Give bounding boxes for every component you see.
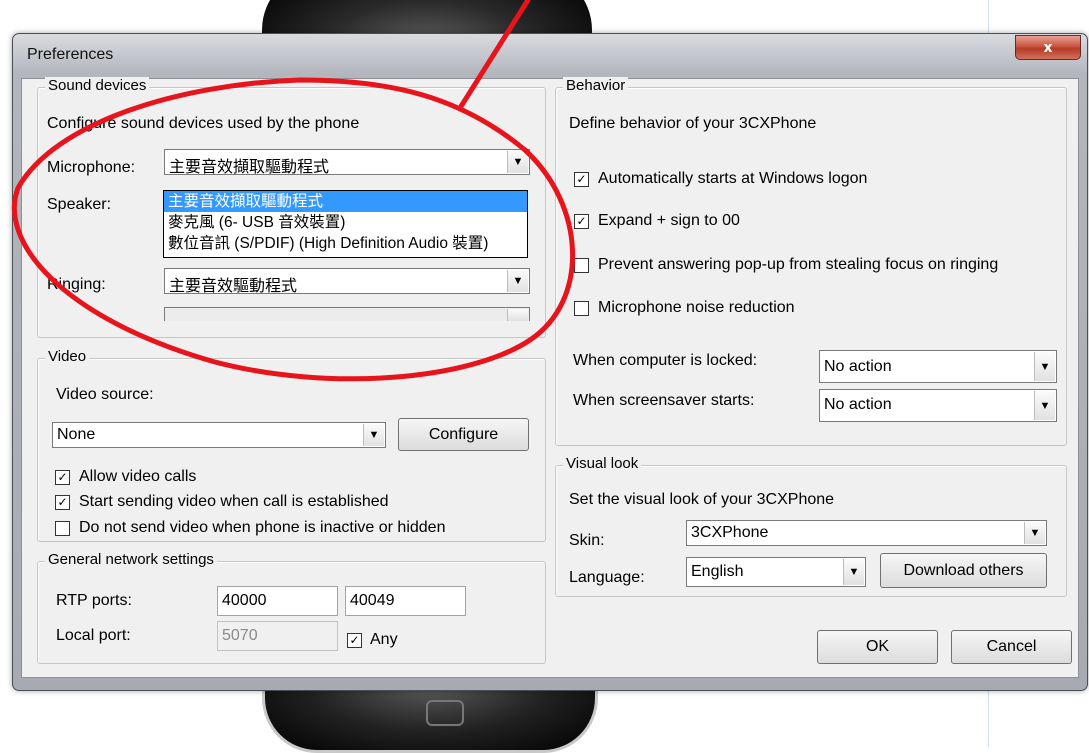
rtp-ports-label: RTP ports: <box>56 592 132 609</box>
skin-value: 3CXPhone <box>691 524 769 541</box>
prevent-popup-label: Prevent answering pop-up from stealing f… <box>598 256 999 273</box>
language-value: English <box>691 563 744 580</box>
ringing-select[interactable]: 主要音效驅動程式 ▼ <box>164 268 530 295</box>
video-source-label: Video source: <box>56 386 154 403</box>
chevron-down-icon[interactable]: ▼ <box>1034 391 1055 420</box>
do-not-send-video-checkbox[interactable]: Do not send video when phone is inactive… <box>55 519 445 537</box>
microphone-label: Microphone: <box>47 159 136 176</box>
behavior-description: Define behavior of your 3CXPhone <box>569 115 817 132</box>
local-port-input[interactable]: 5070 <box>217 621 338 651</box>
noise-reduction-label: Microphone noise reduction <box>598 299 795 316</box>
checkbox-checked-icon[interactable]: ✓ <box>574 171 589 187</box>
language-select[interactable]: English ▼ <box>686 557 866 587</box>
chevron-down-icon[interactable] <box>507 309 528 321</box>
screensaver-label: When screensaver starts: <box>573 392 755 409</box>
checkbox-unchecked-icon[interactable] <box>574 300 589 316</box>
rtp-from-input[interactable]: 40000 <box>217 586 338 616</box>
ringing-label: Ringing: <box>47 276 106 293</box>
chevron-down-icon[interactable]: ▼ <box>1034 352 1055 381</box>
start-sending-video-label: Start sending video when call is establi… <box>79 493 389 510</box>
any-port-checkbox[interactable]: ✓ Any <box>347 631 398 649</box>
allow-video-calls-checkbox[interactable]: ✓ Allow video calls <box>55 468 196 486</box>
any-port-label: Any <box>370 631 398 648</box>
allow-video-calls-label: Allow video calls <box>79 468 197 485</box>
checkbox-checked-icon[interactable]: ✓ <box>55 469 70 485</box>
screensaver-select[interactable]: No action ▼ <box>819 389 1057 422</box>
skin-select[interactable]: 3CXPhone ▼ <box>686 520 1047 546</box>
screensaver-value: No action <box>824 396 892 413</box>
visual-look-legend: Visual look <box>563 455 642 472</box>
auto-start-checkbox[interactable]: ✓ Automatically starts at Windows logon <box>574 170 867 188</box>
local-port-label: Local port: <box>56 627 131 644</box>
dialog-client-area: Sound devices Configure sound devices us… <box>21 77 1079 678</box>
video-legend: Video <box>45 348 90 365</box>
expand-plus-checkbox[interactable]: ✓ Expand + sign to 00 <box>574 212 740 230</box>
phone-home-button <box>426 700 464 726</box>
chevron-down-icon[interactable]: ▼ <box>1024 522 1045 544</box>
cancel-button[interactable]: Cancel <box>951 630 1072 664</box>
partial-hidden-select[interactable] <box>164 307 530 321</box>
microphone-select[interactable]: 主要音效擷取驅動程式 ▼ <box>164 149 530 176</box>
start-sending-video-checkbox[interactable]: ✓ Start sending video when call is estab… <box>55 493 389 511</box>
language-label: Language: <box>569 569 645 586</box>
skin-label: Skin: <box>569 532 605 549</box>
configure-button[interactable]: Configure <box>398 418 529 451</box>
noise-reduction-checkbox[interactable]: Microphone noise reduction <box>574 299 795 317</box>
visual-look-description: Set the visual look of your 3CXPhone <box>569 491 835 508</box>
computer-locked-value: No action <box>824 358 892 375</box>
window-title: Preferences <box>27 46 114 63</box>
dropdown-option[interactable]: 主要音效擷取驅動程式 <box>164 191 527 212</box>
chevron-down-icon[interactable]: ▼ <box>507 270 528 292</box>
microphone-value: 主要音效擷取驅動程式 <box>169 159 330 176</box>
microphone-dropdown-list[interactable]: 主要音效擷取驅動程式 麥克風 (6- USB 音效裝置) 數位音訊 (S/PDI… <box>163 190 528 258</box>
computer-locked-label: When computer is locked: <box>573 352 758 369</box>
video-source-value: None <box>57 426 96 443</box>
chevron-down-icon[interactable]: ▼ <box>507 151 528 173</box>
download-others-button[interactable]: Download others <box>880 553 1047 588</box>
do-not-send-video-label: Do not send video when phone is inactive… <box>79 519 446 536</box>
expand-plus-label: Expand + sign to 00 <box>598 212 740 229</box>
speaker-label: Speaker: <box>47 196 112 213</box>
dropdown-option[interactable]: 麥克風 (6- USB 音效裝置) <box>164 212 527 233</box>
auto-start-label: Automatically starts at Windows logon <box>598 170 868 187</box>
behavior-legend: Behavior <box>563 77 629 94</box>
chevron-down-icon[interactable]: ▼ <box>363 424 384 446</box>
computer-locked-select[interactable]: No action ▼ <box>819 350 1057 383</box>
sound-devices-legend: Sound devices <box>45 77 150 94</box>
video-source-select[interactable]: None ▼ <box>52 422 386 448</box>
chevron-down-icon[interactable]: ▼ <box>843 559 864 585</box>
dropdown-option[interactable]: 數位音訊 (S/PDIF) (High Definition Audio 裝置) <box>164 233 527 254</box>
ok-button[interactable]: OK <box>817 630 938 664</box>
prevent-popup-checkbox[interactable]: Prevent answering pop-up from stealing f… <box>574 256 998 274</box>
network-legend: General network settings <box>45 551 217 568</box>
preferences-window: Preferences x Sound devices Configure so… <box>12 33 1088 691</box>
checkbox-checked-icon[interactable]: ✓ <box>347 632 362 648</box>
sound-devices-description: Configure sound devices used by the phon… <box>47 115 360 132</box>
rtp-to-input[interactable]: 40049 <box>345 586 466 616</box>
checkbox-checked-icon[interactable]: ✓ <box>574 213 589 229</box>
ringing-value: 主要音效驅動程式 <box>169 278 298 295</box>
checkbox-unchecked-icon[interactable] <box>574 257 589 273</box>
close-button[interactable]: x <box>1015 35 1081 60</box>
checkbox-unchecked-icon[interactable] <box>55 520 70 536</box>
checkbox-checked-icon[interactable]: ✓ <box>55 494 70 510</box>
